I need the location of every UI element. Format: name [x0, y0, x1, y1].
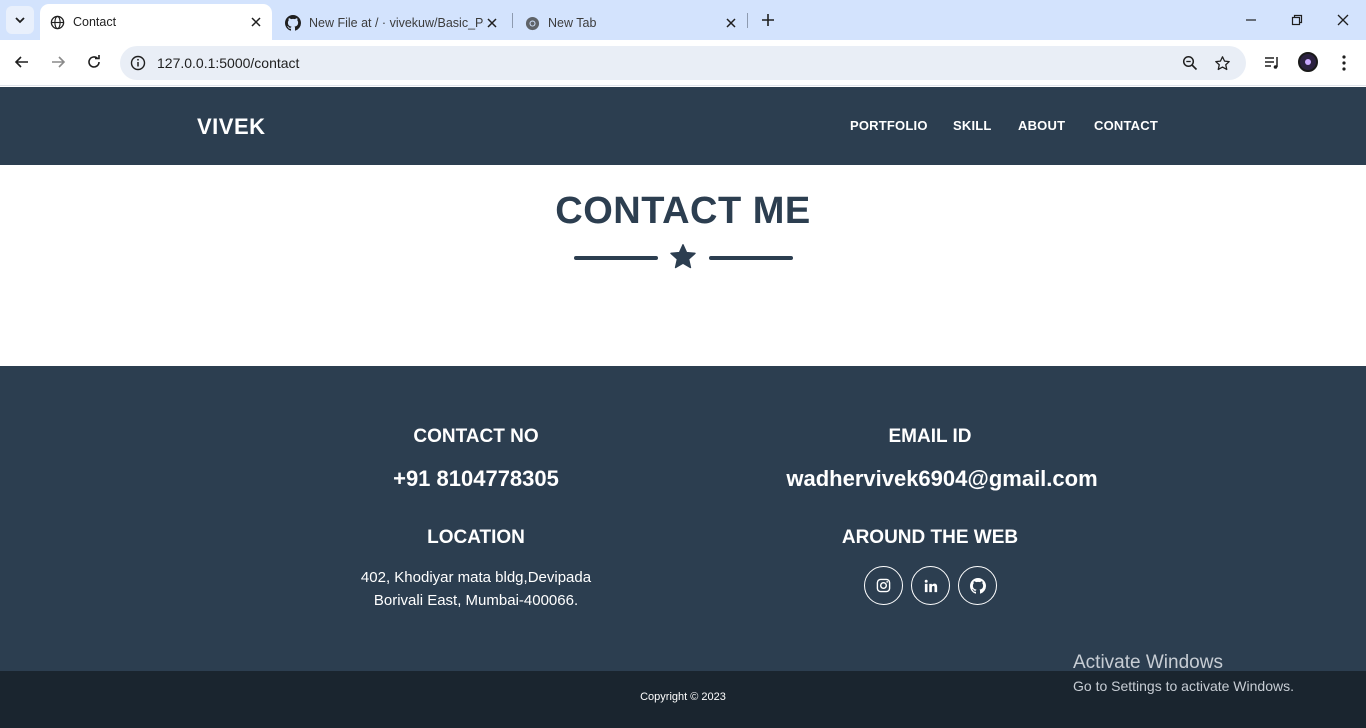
instagram-link[interactable]	[864, 566, 903, 605]
divider-line-right	[709, 256, 793, 260]
bookmark-star-icon[interactable]	[1212, 53, 1232, 73]
nav-about[interactable]: ABOUT	[1018, 118, 1065, 133]
windows-activation-watermark: Activate Windows Go to Settings to activ…	[1073, 652, 1294, 694]
address-line-2: Borivali East, Mumbai-400066.	[373, 592, 579, 609]
media-controls-icon[interactable]	[1260, 51, 1284, 75]
profile-avatar[interactable]	[1298, 52, 1318, 72]
watermark-subtitle: Go to Settings to activate Windows.	[1073, 678, 1294, 694]
email-heading: EMAIL ID	[888, 426, 972, 447]
back-button[interactable]	[8, 48, 36, 76]
plus-icon	[762, 14, 774, 26]
page-title: CONTACT ME	[555, 190, 811, 232]
around-the-web-heading: AROUND THE WEB	[841, 527, 1019, 548]
site-info-icon[interactable]	[128, 53, 148, 73]
restore-icon	[1291, 14, 1303, 26]
minimize-icon	[1246, 19, 1256, 21]
tab-separator	[747, 13, 748, 28]
address-line-1: 402, Khodiyar mata bldg,Devipada	[360, 569, 592, 586]
tab-title: Contact	[73, 15, 117, 29]
star-icon	[670, 244, 696, 269]
tab-separator	[512, 13, 513, 28]
more-menu-icon[interactable]	[1332, 51, 1356, 75]
tab-new-tab[interactable]: New Tab	[515, 6, 747, 40]
close-window-button[interactable]	[1320, 0, 1366, 40]
chevron-down-icon	[15, 17, 25, 24]
address-bar[interactable]: 127.0.0.1:5000/contact	[120, 46, 1246, 80]
footer: CONTACT NO +91 8104778305 EMAIL ID wadhe…	[0, 366, 1366, 671]
instagram-icon	[876, 578, 891, 593]
reload-icon	[88, 55, 100, 68]
linkedin-link[interactable]	[911, 566, 950, 605]
github-link[interactable]	[958, 566, 997, 605]
close-icon	[1337, 14, 1349, 26]
chrome-icon	[524, 15, 540, 31]
brand-link[interactable]: VIVEK	[197, 114, 266, 140]
tab-github[interactable]: New File at / · vivekuw/Basic_Po	[276, 6, 508, 40]
github-icon	[969, 577, 986, 594]
forward-button[interactable]	[44, 48, 72, 76]
address: 402, Khodiyar mata bldg,Devipada Borival…	[326, 566, 626, 612]
url-text: 127.0.0.1:5000/contact	[157, 55, 300, 71]
arrow-left-icon	[14, 56, 28, 68]
close-tab-icon[interactable]	[484, 15, 500, 31]
globe-icon	[49, 14, 65, 30]
zoom-icon[interactable]	[1180, 53, 1200, 73]
tab-title: New File at / · vivekuw/Basic_Po	[309, 16, 484, 30]
tab-strip: Contact New File at / · vivekuw/Basic_Po…	[0, 0, 1366, 40]
restore-button[interactable]	[1274, 0, 1320, 40]
watermark-title: Activate Windows	[1073, 652, 1223, 673]
location-heading: LOCATION	[427, 527, 525, 548]
github-icon	[285, 15, 301, 31]
minimize-button[interactable]	[1228, 0, 1274, 40]
divider-line-left	[574, 256, 658, 260]
nav-contact[interactable]: CONTACT	[1094, 118, 1158, 133]
close-tab-icon[interactable]	[248, 14, 264, 30]
new-tab-button[interactable]	[756, 8, 780, 32]
site-navbar: VIVEK PORTFOLIO SKILL ABOUT CONTACT	[0, 87, 1366, 165]
browser-toolbar: 127.0.0.1:5000/contact	[0, 40, 1366, 86]
contact-no-value: +91 8104778305	[393, 466, 559, 491]
linkedin-icon	[924, 579, 937, 592]
reload-button[interactable]	[80, 48, 108, 76]
tab-contact[interactable]: Contact	[40, 4, 272, 40]
arrow-right-icon	[52, 56, 66, 68]
contact-no-heading: CONTACT NO	[413, 426, 539, 447]
tab-title: New Tab	[548, 16, 597, 30]
nav-portfolio[interactable]: PORTFOLIO	[850, 118, 928, 133]
close-tab-icon[interactable]	[723, 15, 739, 31]
email-value: wadhervivek6904@gmail.com	[786, 466, 1098, 491]
nav-skill[interactable]: SKILL	[953, 118, 992, 133]
tab-search-button[interactable]	[6, 6, 34, 34]
